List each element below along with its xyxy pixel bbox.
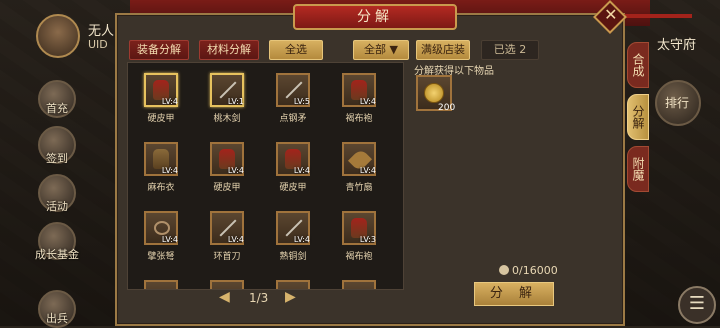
item-name: 环首刀: [213, 252, 241, 262]
activity-label: 活动: [46, 200, 68, 213]
close-icon: ✕: [604, 4, 618, 24]
pager: ◀ 1/3 ▶: [217, 289, 307, 309]
blade-icon: [219, 219, 237, 237]
player-avatar[interactable]: [36, 14, 80, 58]
coin-icon: [424, 83, 444, 103]
item-name: 麻布衣: [147, 183, 175, 193]
tab-decompose[interactable]: 分解: [627, 94, 649, 140]
list-item[interactable]: LV:5 点钢矛: [264, 73, 322, 135]
item-name: 褐布袍: [345, 252, 373, 262]
panel-title: 分解: [293, 4, 457, 30]
item-name: 青竹扇: [345, 183, 373, 193]
selected-count: 已选 2: [481, 40, 539, 60]
item-name: 熟铜剑: [279, 252, 307, 262]
sword-icon: [285, 219, 303, 237]
list-item[interactable]: [330, 280, 388, 289]
decompose-button[interactable]: 分 解: [474, 282, 554, 306]
item-name: 桃木剑: [213, 114, 241, 124]
item-slot: LV:4: [342, 142, 376, 176]
tab-enchant[interactable]: 附魔: [627, 146, 649, 192]
sword-icon: [219, 81, 237, 99]
page-indicator: 1/3: [249, 291, 269, 305]
list-item[interactable]: LV:4 麻布衣: [132, 142, 190, 204]
item-name: 点钢矛: [279, 114, 307, 124]
rank-label: 排行: [665, 96, 690, 110]
item-name: 擘张弩: [147, 252, 175, 262]
rod-decoration: [622, 14, 692, 18]
item-slot: LV:5: [276, 73, 310, 107]
list-item[interactable]: LV:4 硬皮甲: [198, 142, 256, 204]
item-name: 硬皮甲: [213, 183, 241, 193]
list-item[interactable]: LV:4 擘张弩: [132, 211, 190, 273]
list-item[interactable]: LV:3 褐布袍: [330, 211, 388, 273]
item-name: 硬皮甲: [147, 114, 175, 124]
item-slot: LV:4: [210, 211, 244, 245]
list-item[interactable]: LV:4 青竹扇: [330, 142, 388, 204]
reward-amount: 200: [438, 103, 456, 113]
menu-icon[interactable]: ☰: [678, 286, 716, 324]
location-title: 太守府: [657, 38, 697, 53]
item-slot: [144, 280, 178, 289]
player-name: 无人: [88, 24, 115, 39]
growth-fund-label: 成长基金: [35, 248, 79, 261]
crossbow-icon: [154, 221, 170, 235]
item-slot: LV:1: [210, 73, 244, 107]
list-item[interactable]: LV:4 熟铜剑: [264, 211, 322, 273]
arrow-right-icon[interactable]: ▶: [285, 289, 296, 305]
item-slot: LV:4: [276, 211, 310, 245]
item-slot: LV:4: [144, 73, 178, 107]
arrow-left-icon[interactable]: ◀: [219, 289, 230, 305]
item-slot: LV:4: [276, 142, 310, 176]
list-item[interactable]: LV:4 环首刀: [198, 211, 256, 273]
item-name: 硬皮甲: [279, 183, 307, 193]
tab-equip-decompose[interactable]: 装备分解: [129, 40, 189, 60]
capacity-counter: 0/16000: [499, 264, 558, 277]
rank-button[interactable]: 排行: [655, 80, 701, 126]
coin-icon: [499, 265, 509, 275]
select-all-button[interactable]: 全选: [269, 40, 323, 60]
item-slot: LV:4: [144, 142, 178, 176]
filter-dropdown[interactable]: 全部 ▼: [353, 40, 409, 60]
tab-compose[interactable]: 合成: [627, 42, 649, 88]
item-slot: LV:4: [144, 211, 178, 245]
item-slot: LV:3: [342, 211, 376, 245]
list-item[interactable]: [132, 280, 190, 289]
chevron-down-icon: ▼: [389, 43, 398, 56]
list-item[interactable]: LV:4 硬皮甲: [132, 73, 190, 135]
list-item[interactable]: LV:4 硬皮甲: [264, 142, 322, 204]
list-item[interactable]: LV:1 桃木剑: [198, 73, 256, 135]
item-grid: LV:4 硬皮甲 LV:1 桃木剑 LV:5 点钢矛 LV:4 褐布袍 LV:4…: [127, 62, 404, 290]
capacity-text: 0/16000: [512, 264, 558, 277]
full-level-button[interactable]: 满级店装: [416, 40, 470, 60]
player-uid: UID: [88, 38, 108, 51]
dispatch-label: 出兵: [46, 312, 68, 325]
item-slot: [342, 280, 376, 289]
item-slot: LV:4: [210, 142, 244, 176]
tab-material-decompose[interactable]: 材料分解: [199, 40, 259, 60]
first-charge-label: 首充: [46, 102, 68, 115]
item-name: 褐布袍: [345, 114, 373, 124]
spear-icon: [285, 81, 303, 99]
filter-label: 全部: [364, 43, 387, 56]
item-slot: LV:4: [342, 73, 376, 107]
sign-in-label: 签到: [46, 152, 68, 165]
list-item[interactable]: LV:4 褐布袍: [330, 73, 388, 135]
